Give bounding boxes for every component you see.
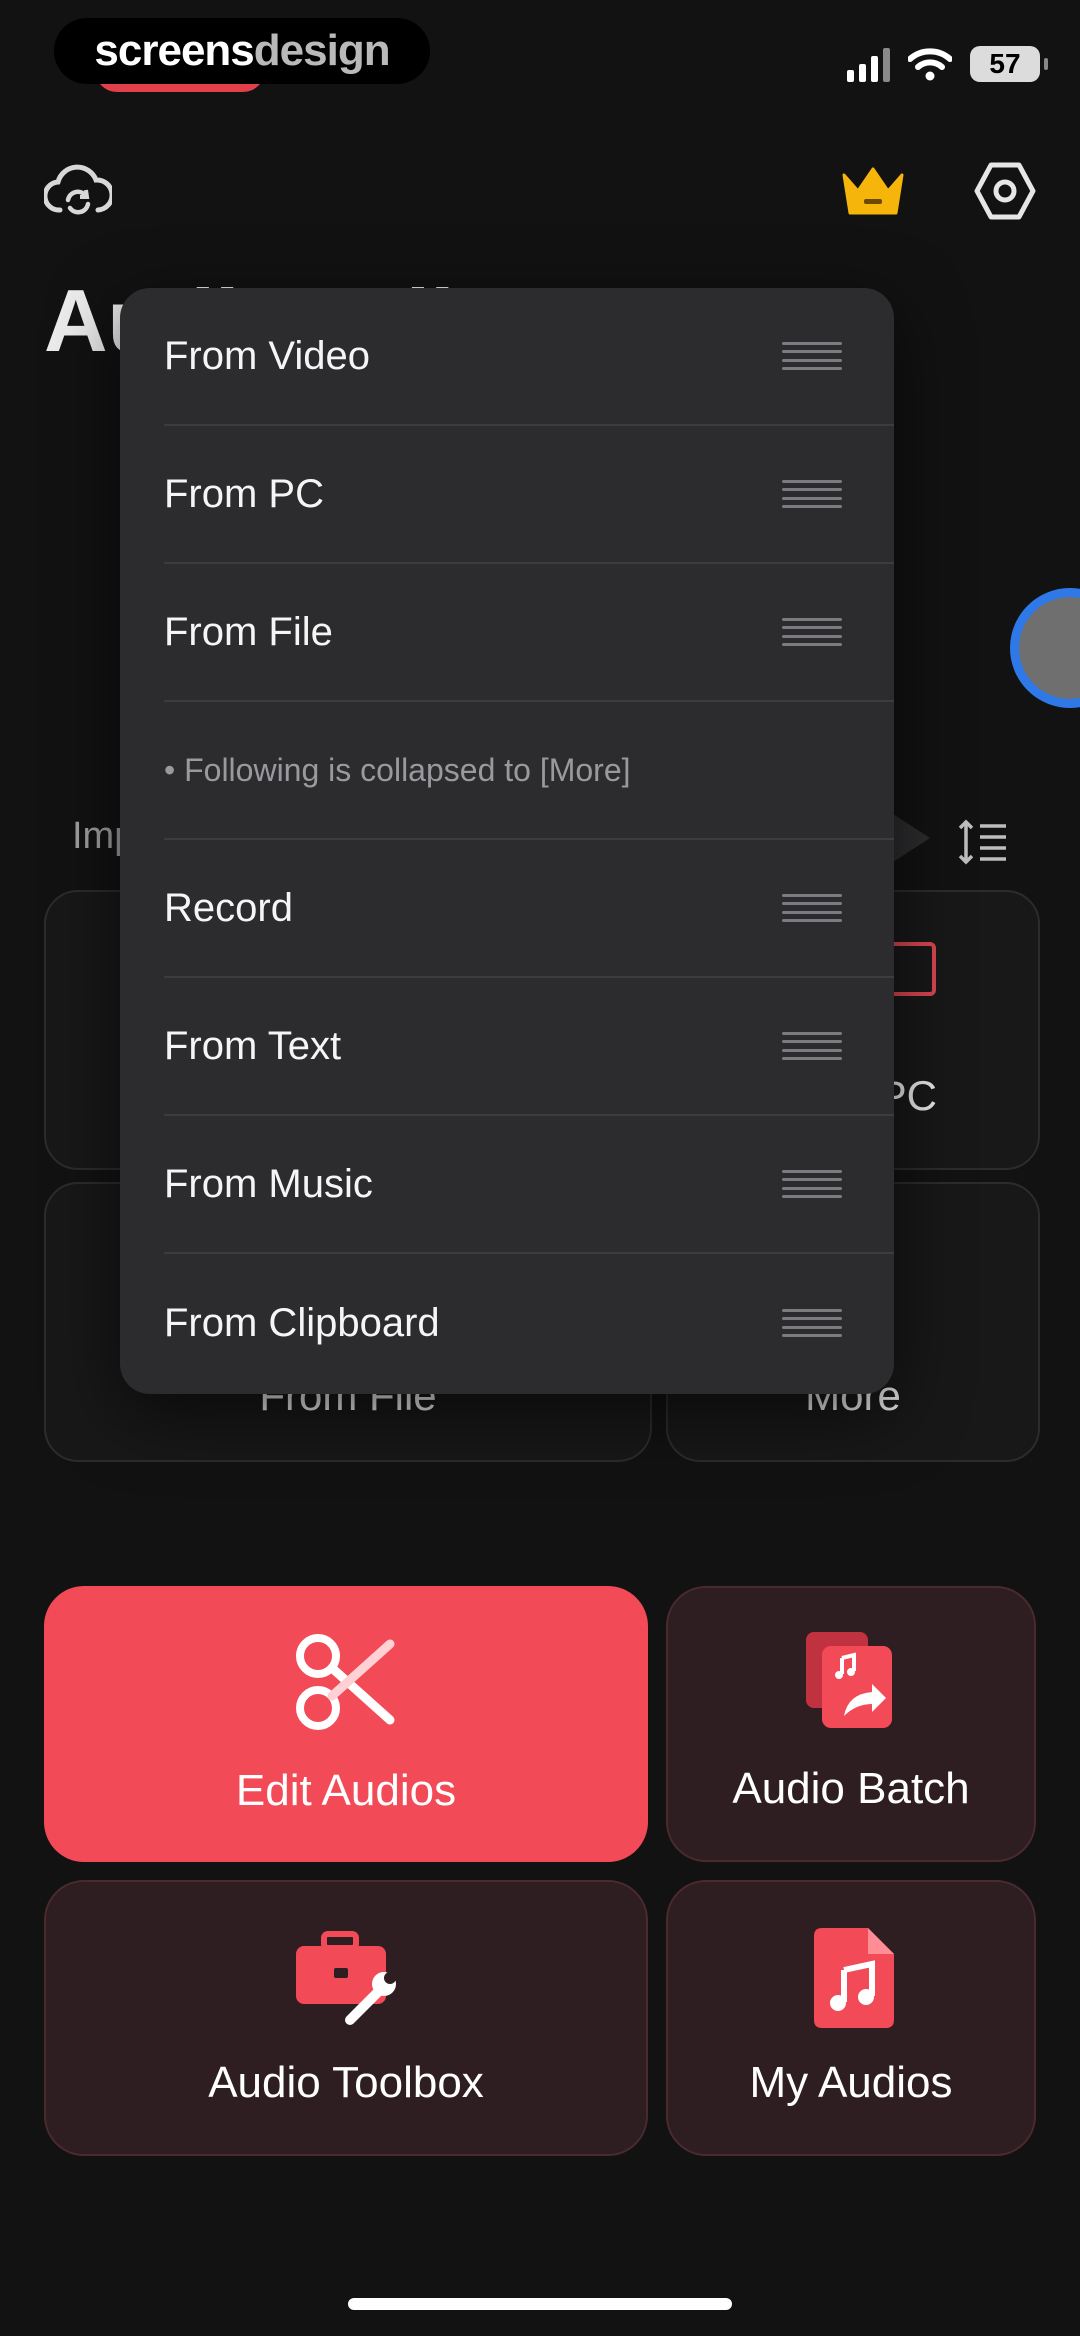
audio-toolbox-button[interactable]: Audio Toolbox — [44, 1880, 648, 2156]
signal-icon — [847, 46, 890, 82]
action-label: Audio Batch — [732, 1764, 970, 1813]
menu-item-label: Record — [164, 885, 293, 930]
toolbox-icon — [296, 1931, 396, 2025]
drag-handle-icon[interactable] — [782, 480, 842, 508]
crown-icon[interactable] — [838, 160, 908, 220]
drag-handle-icon[interactable] — [782, 894, 842, 922]
floating-assistant-button[interactable] — [1010, 588, 1080, 708]
reorder-list-icon[interactable] — [958, 818, 1008, 868]
menu-item-from-file[interactable]: From File — [164, 564, 894, 702]
menu-item-from-pc[interactable]: From PC — [164, 426, 894, 564]
audio-batch-button[interactable]: Audio Batch — [666, 1586, 1036, 1862]
cloud-sync-icon[interactable] — [40, 160, 116, 226]
menu-caret — [890, 812, 930, 864]
edit-audios-button[interactable]: Edit Audios — [44, 1586, 648, 1862]
menu-item-label: From PC — [164, 471, 324, 516]
drag-handle-icon[interactable] — [782, 1309, 842, 1337]
battery-icon: 57 — [970, 46, 1048, 82]
menu-item-label: From Video — [164, 333, 371, 378]
batch-files-icon — [806, 1632, 892, 1728]
collapse-note-text: • Following is collapsed to [More] — [164, 751, 631, 788]
import-source-menu: From Video From PC From File • Following… — [120, 288, 894, 1394]
menu-item-from-video[interactable]: From Video — [164, 288, 894, 426]
drag-handle-icon[interactable] — [782, 618, 842, 646]
wifi-icon — [908, 48, 952, 81]
drag-handle-icon[interactable] — [782, 1032, 842, 1060]
menu-item-from-text[interactable]: From Text — [164, 978, 894, 1116]
brand-part2: design — [253, 26, 391, 75]
brand-part1: screens — [94, 26, 254, 75]
menu-item-from-music[interactable]: From Music — [164, 1116, 894, 1254]
home-indicator[interactable] — [348, 2298, 732, 2310]
my-audios-button[interactable]: My Audios — [666, 1880, 1036, 2156]
brand-watermark: screens design — [54, 18, 430, 84]
drag-handle-icon[interactable] — [782, 342, 842, 370]
battery-level: 57 — [989, 48, 1021, 79]
menu-item-label: From Text — [164, 1023, 342, 1068]
menu-item-label: From Music — [164, 1161, 373, 1206]
settings-icon[interactable] — [970, 158, 1040, 224]
status-icons: 57 — [847, 46, 1048, 82]
menu-item-label: From File — [164, 609, 333, 654]
menu-item-from-clipboard[interactable]: From Clipboard — [164, 1254, 894, 1392]
drag-handle-icon[interactable] — [782, 1170, 842, 1198]
action-label: My Audios — [749, 2058, 953, 2107]
action-label: Edit Audios — [235, 1766, 457, 1815]
menu-collapse-note: • Following is collapsed to [More] — [164, 702, 894, 840]
action-label: Audio Toolbox — [208, 2058, 484, 2107]
menu-item-label: From Clipboard — [164, 1300, 440, 1345]
music-file-icon — [814, 1928, 894, 2028]
menu-item-record[interactable]: Record — [164, 840, 894, 978]
scissors-icon — [296, 1634, 395, 1730]
